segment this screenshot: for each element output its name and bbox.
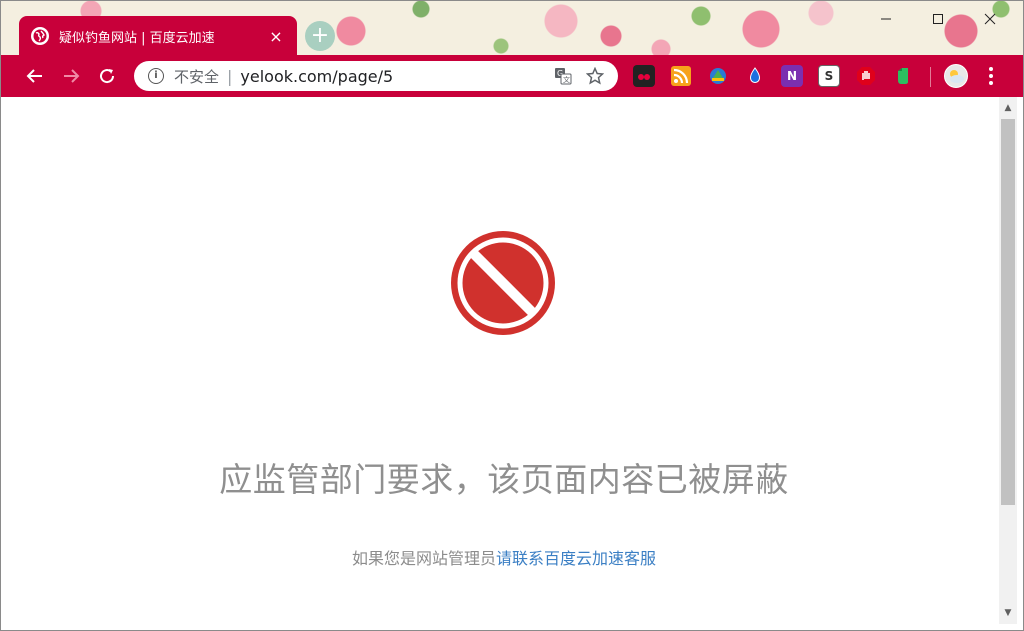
browser-menu-button[interactable] [981, 63, 1001, 89]
url-text[interactable]: yelook.com/page/5 [240, 67, 544, 86]
blocked-icon [451, 231, 555, 335]
browser-window: 疑似钓鱼网站 | 百度云加速 × + i 不安全 | yelook.com/pa… [0, 0, 1024, 631]
toolbar-divider [930, 67, 931, 87]
admin-prefix-text: 如果您是网站管理员 [351, 549, 496, 568]
globe-icon [31, 27, 49, 45]
page-content: 应监管部门要求，该页面内容已被屏蔽 如果您是网站管理员请联系百度云加速客服 [9, 97, 999, 624]
reload-button[interactable] [89, 58, 125, 94]
star-icon[interactable] [582, 63, 608, 89]
active-tab[interactable]: 疑似钓鱼网站 | 百度云加速 × [19, 16, 297, 56]
close-window-button[interactable] [967, 7, 1013, 31]
minimize-button[interactable] [863, 7, 909, 31]
scroll-up-icon[interactable]: ▲ [999, 101, 1017, 115]
toolbar: i 不安全 | yelook.com/page/5 G文 N S [1, 55, 1023, 97]
adblock-hand-icon[interactable] [855, 65, 877, 87]
forward-button[interactable] [53, 58, 89, 94]
water-drop-icon[interactable] [744, 65, 766, 87]
new-tab-button[interactable]: + [305, 21, 335, 51]
svg-text:文: 文 [563, 75, 570, 84]
vertical-scrollbar[interactable]: ▲ ▼ [999, 97, 1017, 624]
onenote-icon[interactable]: N [781, 65, 803, 87]
tab-strip: 疑似钓鱼网站 | 百度云加速 × + [1, 1, 1023, 56]
back-button[interactable] [17, 58, 53, 94]
address-bar[interactable]: i 不安全 | yelook.com/page/5 G文 [134, 61, 618, 91]
address-separator: | [227, 66, 233, 86]
s-extension-icon[interactable]: S [818, 65, 840, 87]
info-icon[interactable]: i [148, 68, 164, 84]
maximize-button[interactable] [915, 7, 961, 31]
contact-support-link[interactable]: 请联系百度云加速客服 [496, 549, 656, 568]
download-manager-icon[interactable] [707, 65, 729, 87]
translate-icon[interactable]: G文 [550, 63, 576, 89]
evernote-icon[interactable] [892, 65, 914, 87]
blocked-message: 应监管部门要求，该页面内容已被屏蔽 [219, 460, 789, 499]
scroll-down-icon[interactable]: ▼ [999, 606, 1017, 620]
tab-close-icon[interactable]: × [267, 27, 285, 46]
admin-contact-line: 如果您是网站管理员请联系百度云加速客服 [9, 545, 999, 569]
tab-title: 疑似钓鱼网站 | 百度云加速 [59, 30, 215, 46]
reload-icon [100, 69, 115, 84]
rss-icon[interactable] [670, 65, 692, 87]
arrow-left-icon [26, 69, 42, 83]
arrow-right-icon [64, 69, 80, 83]
profile-avatar[interactable] [944, 64, 968, 88]
security-label: 不安全 [174, 67, 220, 86]
scroll-thumb[interactable] [1001, 119, 1015, 505]
extension-icon-a[interactable] [633, 65, 655, 87]
